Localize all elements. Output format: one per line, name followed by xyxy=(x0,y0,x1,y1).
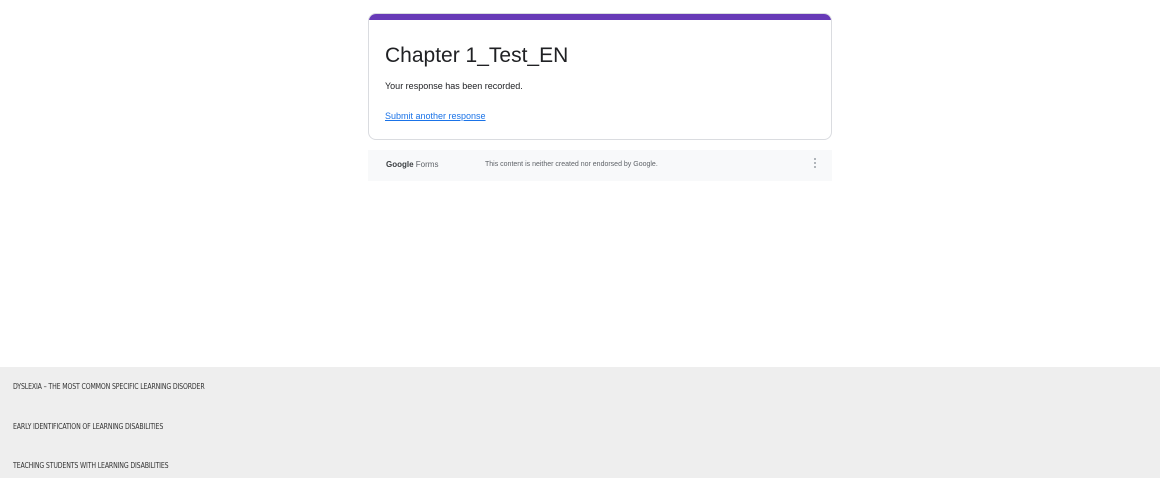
card-accent-bar xyxy=(369,14,831,20)
form-title: Chapter 1_Test_EN xyxy=(385,44,569,67)
google-forms-logo[interactable]: Google Forms xyxy=(386,160,438,169)
more-vert-icon[interactable] xyxy=(812,158,818,172)
related-links-panel: DYSLEXIA – THE MOST COMMON SPECIFIC LEAR… xyxy=(0,367,1160,478)
page: Chapter 1_Test_EN Your response has been… xyxy=(0,0,1160,478)
link-dyslexia[interactable]: DYSLEXIA – THE MOST COMMON SPECIFIC LEAR… xyxy=(13,382,205,391)
link-teaching-students[interactable]: TEACHING STUDENTS WITH LEARNING DISABILI… xyxy=(13,461,169,470)
link-early-identification[interactable]: EARLY IDENTIFICATION OF LEARNING DISABIL… xyxy=(13,422,163,431)
brand-google-text: Google xyxy=(386,160,414,169)
google-forms-footer: Google Forms This content is neither cre… xyxy=(368,150,832,181)
confirmation-message: Your response has been recorded. xyxy=(385,81,523,91)
brand-forms-text: Forms xyxy=(413,160,439,169)
confirmation-card: Chapter 1_Test_EN Your response has been… xyxy=(368,13,832,140)
submit-another-response-link[interactable]: Submit another response xyxy=(385,111,486,121)
disclaimer-text: This content is neither created nor endo… xyxy=(485,161,658,168)
